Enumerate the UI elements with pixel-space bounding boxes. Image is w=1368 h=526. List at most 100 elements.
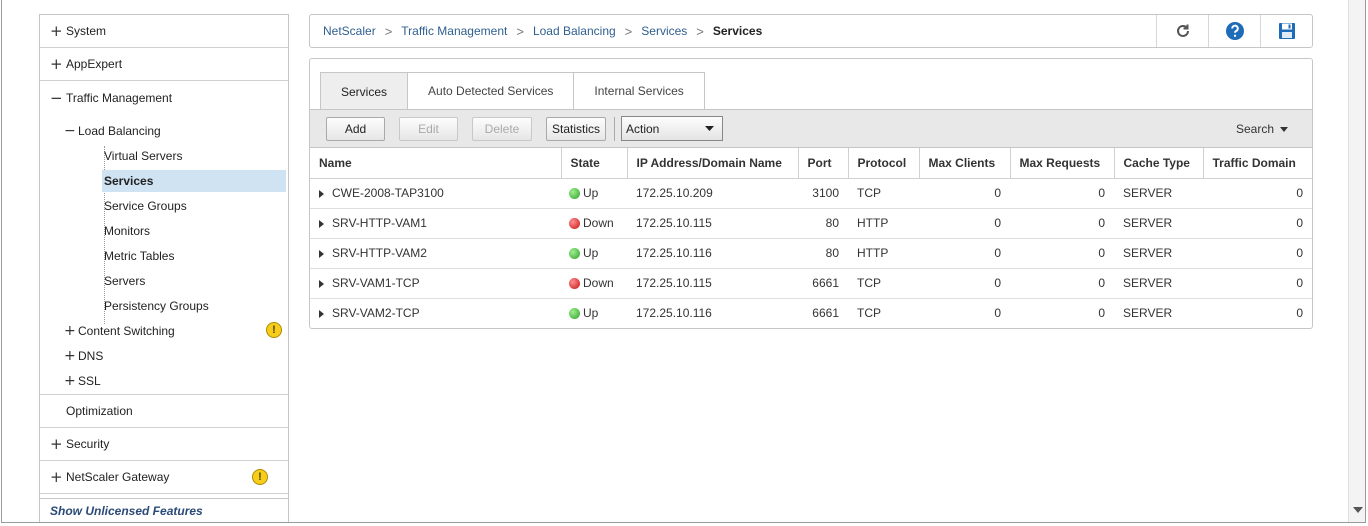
table-row[interactable]: CWE-2008-TAP3100 Up 172.25.10.209 3100 T… xyxy=(310,178,1312,209)
status-up-icon xyxy=(569,308,580,320)
state-label: Up xyxy=(583,306,599,320)
column-header-max-requests[interactable]: Max Requests xyxy=(1010,148,1115,179)
nav-item-label: DNS xyxy=(78,348,104,363)
breadcrumb-separator: > xyxy=(384,23,393,39)
help-icon xyxy=(1225,22,1244,40)
nav-item-services[interactable]: Services xyxy=(40,168,288,193)
nav-item-label: Services xyxy=(102,169,286,192)
nav-section-label: AppExpert xyxy=(66,57,123,71)
breadcrumb-netscaler[interactable]: NetScaler xyxy=(323,24,376,38)
nav-item-label: Content Switching xyxy=(78,323,175,338)
cell-traffic-domain: 0 xyxy=(1203,178,1312,209)
action-dropdown[interactable]: Action xyxy=(621,116,723,141)
show-unlicensed-features-link[interactable]: Show Unlicensed Features xyxy=(40,498,288,522)
breadcrumb-traffic-management[interactable]: Traffic Management xyxy=(401,24,507,38)
nav-item-dns[interactable]: + DNS xyxy=(40,343,288,368)
refresh-button[interactable] xyxy=(1156,15,1208,47)
table-row[interactable]: SRV-HTTP-VAM1 Down 172.25.10.115 80 HTTP… xyxy=(310,208,1312,239)
column-header-cache-type[interactable]: Cache Type xyxy=(1114,148,1204,179)
cell-traffic-domain: 0 xyxy=(1203,268,1312,299)
column-header-state[interactable]: State xyxy=(561,148,628,179)
cell-max-clients: 0 xyxy=(919,208,1010,239)
column-header-traffic-domain[interactable]: Traffic Domain xyxy=(1203,148,1312,179)
nav-item-persistency-groups[interactable]: Persistency Groups xyxy=(40,293,288,318)
nav-item-label: Load Balancing xyxy=(78,123,161,138)
table-row[interactable]: SRV-VAM2-TCP Up 172.25.10.116 6661 TCP 0… xyxy=(310,298,1312,328)
nav-section-optimization[interactable]: Optimization xyxy=(40,395,288,428)
table-body: CWE-2008-TAP3100 Up 172.25.10.209 3100 T… xyxy=(310,178,1312,328)
expand-row-icon[interactable] xyxy=(319,249,324,258)
nav-section-security[interactable]: + Security xyxy=(40,428,288,461)
nav-item-servers[interactable]: Servers xyxy=(40,268,288,293)
column-header-port[interactable]: Port xyxy=(798,148,849,179)
tab-auto-detected-services[interactable]: Auto Detected Services xyxy=(407,72,575,109)
search-toggle[interactable]: Search xyxy=(1236,122,1288,136)
status-down-icon xyxy=(569,218,580,230)
nav-item-service-groups[interactable]: Service Groups xyxy=(40,193,288,218)
expand-row-icon[interactable] xyxy=(319,219,324,228)
vertical-scrollbar[interactable] xyxy=(1348,0,1365,522)
cell-max-requests: 0 xyxy=(1010,178,1114,209)
cell-state: Down xyxy=(561,208,627,239)
nav-item-metric-tables[interactable]: Metric Tables xyxy=(40,243,288,268)
action-toolbar: Add Edit Delete Statistics Action Search xyxy=(310,109,1312,148)
cell-ip: 172.25.10.116 xyxy=(627,298,798,328)
collapse-icon: − xyxy=(50,88,63,107)
nav-item-virtual-servers[interactable]: Virtual Servers xyxy=(40,143,288,168)
nav-section-label: System xyxy=(66,24,107,38)
warning-icon: ! xyxy=(252,469,268,485)
column-header-max-clients[interactable]: Max Clients xyxy=(919,148,1011,179)
column-header-ip[interactable]: IP Address/Domain Name xyxy=(627,148,799,179)
delete-button[interactable]: Delete xyxy=(472,116,532,141)
nav-section-netscaler-gateway[interactable]: + NetScaler Gateway ! xyxy=(40,461,288,494)
breadcrumb-load-balancing[interactable]: Load Balancing xyxy=(533,24,616,38)
nav-section-label: Security xyxy=(66,437,110,451)
tab-strip: Services Auto Detected Services Internal… xyxy=(320,72,705,110)
breadcrumb: NetScaler > Traffic Management > Load Ba… xyxy=(310,24,762,39)
save-button[interactable] xyxy=(1260,15,1312,47)
expand-row-icon[interactable] xyxy=(319,309,324,318)
expand-row-icon[interactable] xyxy=(319,189,324,198)
expand-icon: + xyxy=(50,55,63,73)
table-row[interactable]: SRV-VAM1-TCP Down 172.25.10.115 6661 TCP… xyxy=(310,268,1312,299)
cell-max-requests: 0 xyxy=(1010,268,1114,299)
cell-state: Up xyxy=(561,298,627,328)
cell-state: Down xyxy=(561,268,627,299)
column-header-protocol[interactable]: Protocol xyxy=(848,148,920,179)
edit-button[interactable]: Edit xyxy=(399,116,458,141)
help-button[interactable] xyxy=(1208,15,1260,47)
expand-icon: + xyxy=(64,347,76,364)
nav-item-load-balancing[interactable]: − Load Balancing xyxy=(40,118,288,143)
refresh-icon xyxy=(1176,24,1189,37)
breadcrumb-separator: > xyxy=(696,23,704,39)
page-tools xyxy=(1156,15,1312,47)
nav-section-traffic-management[interactable]: − Traffic Management xyxy=(40,81,288,114)
table-row[interactable]: SRV-HTTP-VAM2 Up 172.25.10.116 80 HTTP 0… xyxy=(310,238,1312,269)
cell-max-requests: 0 xyxy=(1010,238,1114,269)
statistics-button[interactable]: Statistics xyxy=(546,116,606,141)
action-dropdown-label: Action xyxy=(626,121,660,136)
cell-protocol: HTTP xyxy=(848,208,919,239)
cell-protocol: TCP xyxy=(848,298,919,328)
cell-cache-type: SERVER xyxy=(1114,178,1203,209)
column-header-name[interactable]: Name xyxy=(310,148,562,179)
chevron-down-icon xyxy=(705,125,714,131)
cell-state: Up xyxy=(561,238,627,269)
cell-cache-type: SERVER xyxy=(1114,298,1203,328)
cell-max-requests: 0 xyxy=(1010,298,1114,328)
window-frame: + System + AppExpert − Traffic Managemen… xyxy=(1,0,1366,523)
tab-services[interactable]: Services xyxy=(320,72,409,110)
breadcrumb-services[interactable]: Services xyxy=(641,24,687,38)
tab-internal-services[interactable]: Internal Services xyxy=(573,72,705,109)
add-button[interactable]: Add xyxy=(326,116,385,141)
cell-name: SRV-VAM1-TCP xyxy=(310,268,561,299)
nav-item-ssl[interactable]: + SSL xyxy=(40,368,288,395)
cell-name: SRV-VAM2-TCP xyxy=(310,298,561,328)
status-up-icon xyxy=(569,188,580,200)
expand-row-icon[interactable] xyxy=(319,279,324,288)
nav-item-monitors[interactable]: Monitors xyxy=(40,218,288,243)
nav-item-content-switching[interactable]: + Content Switching ! xyxy=(40,318,288,343)
nav-section-system[interactable]: + System xyxy=(40,15,288,48)
scroll-down-icon[interactable] xyxy=(1353,507,1363,513)
nav-section-appexpert[interactable]: + AppExpert xyxy=(40,48,288,81)
